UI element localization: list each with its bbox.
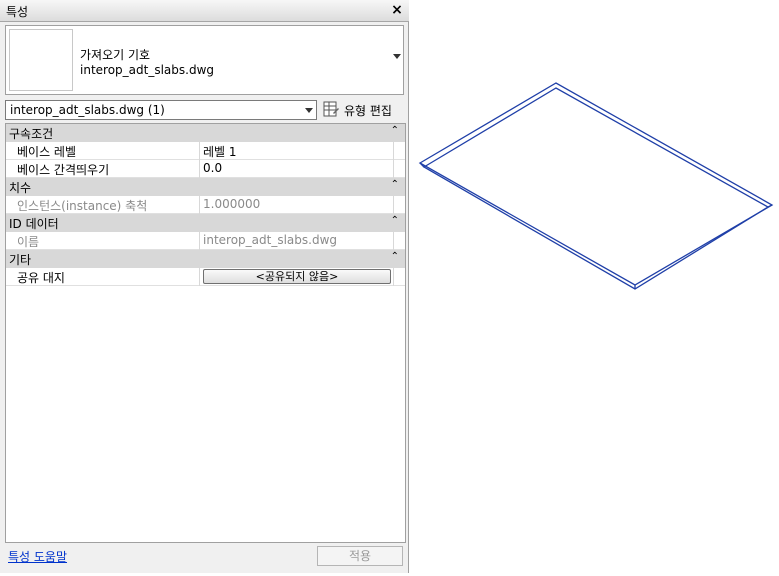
group-label: 기타 [9,253,32,267]
edit-type-label: 유형 편집 [344,104,392,118]
property-name: 베이스 레벨 [17,145,77,159]
shared-site-button[interactable]: <공유되지 않음> [203,269,391,284]
group-label: 치수 [9,181,32,195]
property-name: 인스턴스(instance) 축척 [17,199,148,213]
row-end-divider [393,232,394,250]
instance-filter-dropdown[interactable]: interop_adt_slabs.dwg (1) [5,100,317,120]
type-preview-thumbnail [9,29,73,91]
collapse-icon[interactable]: ⌃ [391,179,399,190]
column-divider [199,232,200,250]
property-value[interactable]: 0.0 [203,161,222,175]
3d-view-canvas[interactable] [410,0,779,573]
edit-type-button[interactable]: 유형 편집 [322,100,402,120]
property-name: 공유 대지 [17,271,65,285]
collapse-icon[interactable]: ⌃ [391,251,399,262]
palette-title: 특성 [6,5,29,19]
property-value[interactable]: 레벨 1 [203,143,237,160]
column-divider [199,268,200,286]
property-row[interactable]: 베이스 간격띄우기 0.0 [6,160,405,178]
type-family-label: 가져오기 기호 [80,48,151,62]
instance-filter-value: interop_adt_slabs.dwg (1) [10,103,165,117]
group-header-constraints[interactable]: 구속조건 ⌃ [6,124,405,142]
properties-palette: 특성 × 가져오기 기호 interop_adt_slabs.dwg inter… [0,0,409,573]
property-row: 인스턴스(instance) 축척 1.000000 [6,196,405,214]
collapse-icon[interactable]: ⌃ [391,215,399,226]
row-end-divider [393,160,394,178]
apply-button[interactable]: 적용 [317,546,403,566]
row-end-divider [393,268,394,286]
close-icon[interactable]: × [389,1,405,19]
chevron-down-icon[interactable] [393,54,401,59]
palette-title-bar[interactable]: 특성 × [0,0,409,22]
group-header-other[interactable]: 기타 ⌃ [6,250,405,268]
property-value: 1.000000 [203,197,261,211]
group-label: ID 데이터 [9,217,59,231]
property-value: interop_adt_slabs.dwg [203,233,338,247]
group-header-identity-data[interactable]: ID 데이터 ⌃ [6,214,405,232]
slab-outline[interactable] [418,82,774,290]
property-name: 베이스 간격띄우기 [17,163,110,177]
group-label: 구속조건 [9,127,54,141]
type-name-label: interop_adt_slabs.dwg [80,63,215,77]
column-divider [199,160,200,178]
column-divider [199,196,200,214]
properties-grid: 구속조건 ⌃ 베이스 레벨 레벨 1 베이스 간격띄우기 0.0 치수 ⌃ 인스… [5,123,406,543]
property-row[interactable]: 공유 대지 <공유되지 않음> [6,268,405,286]
slab-drawing [418,82,774,290]
column-divider [199,142,200,160]
row-end-divider [393,142,394,160]
edit-type-icon [323,101,339,117]
collapse-icon[interactable]: ⌃ [391,125,399,136]
type-selector[interactable]: 가져오기 기호 interop_adt_slabs.dwg [5,25,404,95]
property-row[interactable]: 베이스 레벨 레벨 1 [6,142,405,160]
properties-help-link[interactable]: 특성 도움말 [8,548,67,565]
chevron-down-icon[interactable] [305,108,313,113]
property-row: 이름 interop_adt_slabs.dwg [6,232,405,250]
group-header-dimensions[interactable]: 치수 ⌃ [6,178,405,196]
property-name: 이름 [17,235,40,249]
row-end-divider [393,196,394,214]
